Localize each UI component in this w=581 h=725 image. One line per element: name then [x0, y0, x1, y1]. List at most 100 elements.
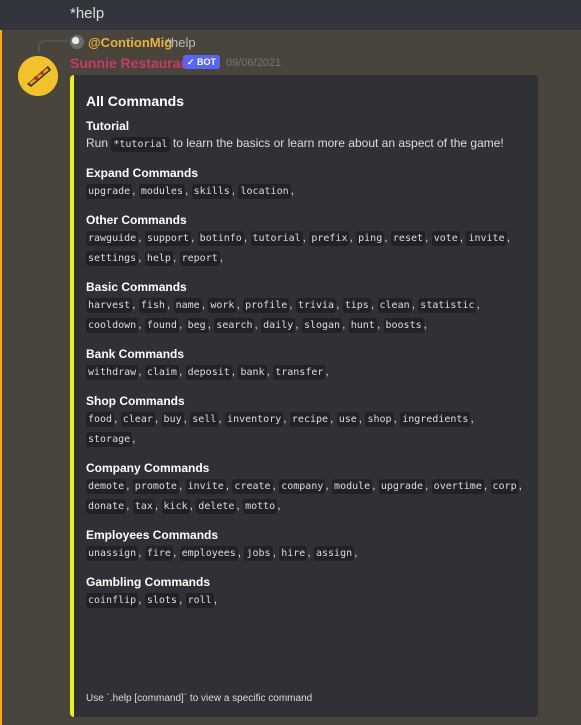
command-code: *tutorial — [111, 137, 170, 152]
command-code: claim — [144, 365, 179, 380]
field-name: Other Commands — [86, 213, 187, 227]
command-code: buy — [161, 412, 184, 427]
command-code: prefix — [309, 231, 350, 246]
embed-title: All Commands — [86, 93, 185, 109]
command-code: kick — [161, 499, 190, 514]
embed-field: Employees Commands unassign, fire, employ… — [86, 528, 524, 563]
embed-field: Gambling Commands coinflip, slots, roll, — [86, 575, 524, 610]
command-code: donate — [86, 499, 127, 514]
command-code: sell — [190, 412, 219, 427]
command-code: ingredients — [400, 412, 471, 427]
tutorial-prefix: Run — [86, 136, 112, 150]
embed: All Commands Tutorial Run *tutorial to l… — [70, 75, 538, 717]
command-code: promote — [132, 479, 179, 494]
command-code: storage — [86, 432, 133, 447]
bot-tag: ✓ BOT — [183, 55, 221, 69]
command-code: use — [336, 412, 359, 427]
command-code: food — [86, 412, 115, 427]
field-value: harvest, fish, name, work, profile, triv… — [86, 297, 480, 333]
command-code: profile — [243, 298, 290, 313]
command-code: upgrade — [378, 479, 425, 494]
reply-text[interactable]: *help — [166, 35, 196, 50]
command-code: boosts — [383, 318, 424, 333]
field-value: food, clear, buy, sell, inventory, recip… — [86, 411, 474, 447]
command-code: search — [214, 318, 255, 333]
previous-message: *help — [0, 0, 581, 30]
field-name: Company Commands — [86, 461, 210, 475]
command-code: rawguide — [86, 231, 139, 246]
command-code: invite — [185, 479, 226, 494]
command-code: bank — [238, 365, 267, 380]
command-code: help — [144, 251, 173, 266]
field-value: withdraw, claim, deposit, bank, transfer… — [86, 364, 329, 380]
command-code: unassign — [86, 546, 139, 561]
embed-field: Basic Commands harvest, fish, name, work,… — [86, 280, 524, 335]
reply-spine — [38, 40, 68, 52]
command-code: trivia — [295, 298, 337, 313]
field-name: Basic Commands — [86, 280, 187, 294]
field-value: coinflip, slots, roll, — [86, 592, 218, 608]
command-code: create — [232, 479, 273, 494]
command-code: support — [144, 231, 191, 246]
embed-field: Company Commands demote, promote, invite,… — [86, 461, 524, 516]
command-code: demote — [86, 479, 127, 494]
command-code: hire — [279, 546, 308, 561]
command-code: invite — [466, 231, 507, 246]
command-code: modules — [138, 184, 185, 199]
command-code: module — [332, 479, 373, 494]
embed-fields: Expand Commands upgrade, modules, skills,… — [86, 166, 524, 610]
message-timestamp: 09/06/2021 — [226, 57, 282, 69]
command-code: settings — [86, 251, 139, 266]
embed-field: Bank Commands withdraw, claim, deposit, b… — [86, 347, 524, 382]
reply-username[interactable]: @ContionMig — [88, 35, 172, 50]
field-name: Gambling Commands — [86, 575, 211, 589]
command-code: harvest — [86, 298, 133, 313]
command-code: motto — [243, 499, 278, 514]
command-code: slots — [144, 593, 179, 608]
command-code: daily — [261, 318, 296, 333]
embed-field: Shop Commands food, clear, buy, sell, inv… — [86, 394, 524, 449]
reply-avatar[interactable] — [70, 35, 84, 49]
command-code: found — [144, 318, 179, 333]
command-code: beg — [185, 318, 208, 333]
message-username[interactable]: Sunnie Restaurant — [70, 55, 194, 71]
tutorial-suffix: to learn the basics or learn more about … — [169, 136, 504, 150]
command-code: fire — [144, 546, 173, 561]
field-value: Run *tutorial to learn the basics or lea… — [86, 134, 524, 154]
embed-footer: Use `.help [command]` to view a specific… — [86, 693, 313, 704]
field-name: Expand Commands — [86, 166, 199, 180]
command-code: jobs — [244, 546, 273, 561]
field-name: Shop Commands — [86, 394, 185, 408]
field-name: Bank Commands — [86, 347, 185, 361]
field-name: Employees Commands — [86, 528, 219, 542]
field-value: upgrade, modules, skills, location, — [86, 183, 294, 199]
command-code: tax — [132, 499, 155, 514]
command-code: name — [173, 298, 202, 313]
command-code: hunt — [348, 318, 377, 333]
field-value: demote, promote, invite, create, company… — [86, 478, 522, 514]
command-code: inventory — [225, 412, 284, 427]
command-code: skills — [191, 184, 232, 199]
command-code: ping — [356, 231, 385, 246]
command-code: report — [179, 251, 220, 266]
command-code: company — [279, 479, 326, 494]
command-code: reset — [390, 231, 426, 246]
command-code: upgrade — [86, 184, 133, 199]
command-code: coinflip — [86, 593, 139, 608]
field-name: Tutorial — [86, 119, 130, 133]
command-code: location — [238, 184, 291, 199]
mention-highlight-bar — [0, 30, 2, 725]
command-code: deposit — [185, 365, 232, 380]
command-code: roll — [185, 593, 214, 608]
embed-field: Other Commands rawguide, support, botinfo… — [86, 213, 524, 268]
previous-message-text: *help — [70, 5, 105, 22]
avatar[interactable] — [18, 56, 58, 96]
command-code: tutorial — [250, 231, 303, 246]
command-code: assign — [314, 546, 355, 561]
command-code: cooldown — [86, 318, 139, 333]
command-code: withdraw — [86, 365, 139, 380]
command-code: clear — [120, 412, 155, 427]
command-code: vote — [431, 231, 460, 246]
embed-field-tutorial: Tutorial Run *tutorial to learn the basi… — [86, 119, 524, 154]
command-code: fish — [138, 298, 167, 313]
